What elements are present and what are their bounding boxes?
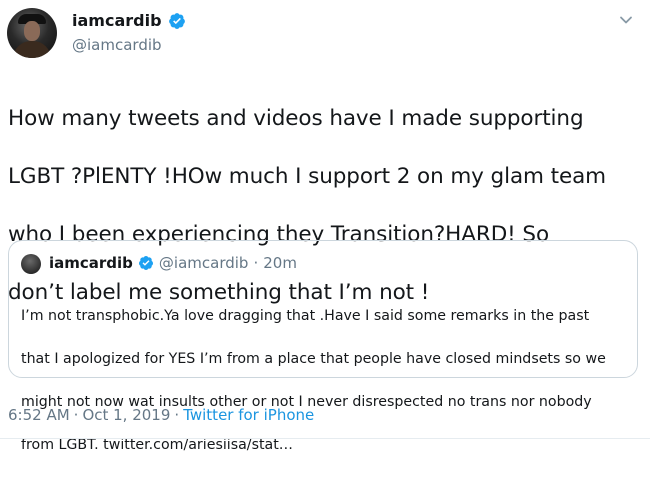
verified-badge-icon	[168, 12, 185, 29]
tweet-time[interactable]: 6:52 AM	[8, 406, 70, 424]
avatar[interactable]	[7, 8, 57, 58]
tweet-source-link[interactable]: Twitter for iPhone	[183, 406, 314, 424]
footer-separator: ·	[174, 406, 180, 424]
verified-badge-icon	[138, 256, 153, 270]
quoted-separator: ·	[253, 254, 259, 272]
footer-separator: ·	[73, 406, 79, 424]
tweet-date[interactable]: Oct 1, 2019	[82, 406, 170, 424]
tweet-text-line: How many tweets and videos have I made s…	[8, 106, 584, 131]
avatar-face	[24, 21, 40, 41]
tweet-footer: 6:52 AM · Oct 1, 2019 · Twitter for iPho…	[8, 406, 314, 424]
divider	[0, 438, 650, 439]
quoted-text: I’m not transphobic.Ya love dragging tha…	[21, 284, 627, 478]
quoted-display-name: iamcardib	[49, 254, 133, 272]
quoted-handle: @iamcardib	[158, 254, 249, 272]
quoted-text-line: I’m not transphobic.Ya love dragging tha…	[21, 307, 590, 324]
chevron-down-icon[interactable]	[618, 12, 634, 28]
tweet-text-line: LGBT ?PlENTY !HOw much I support 2 on my…	[8, 164, 606, 189]
quoted-header: iamcardib @iamcardib · 20m	[49, 254, 297, 272]
author-name-row[interactable]: iamcardib	[72, 11, 186, 30]
quoted-text-line: that I apologized for YES I’m from a pla…	[21, 350, 606, 367]
avatar-coat	[13, 41, 51, 58]
author-handle[interactable]: @iamcardib	[72, 36, 162, 54]
quoted-age: 20m	[263, 254, 297, 272]
quoted-avatar	[21, 254, 41, 274]
author-display-name[interactable]: iamcardib	[72, 11, 162, 30]
quoted-tweet[interactable]: iamcardib @iamcardib · 20m I’m not trans…	[8, 240, 638, 453]
